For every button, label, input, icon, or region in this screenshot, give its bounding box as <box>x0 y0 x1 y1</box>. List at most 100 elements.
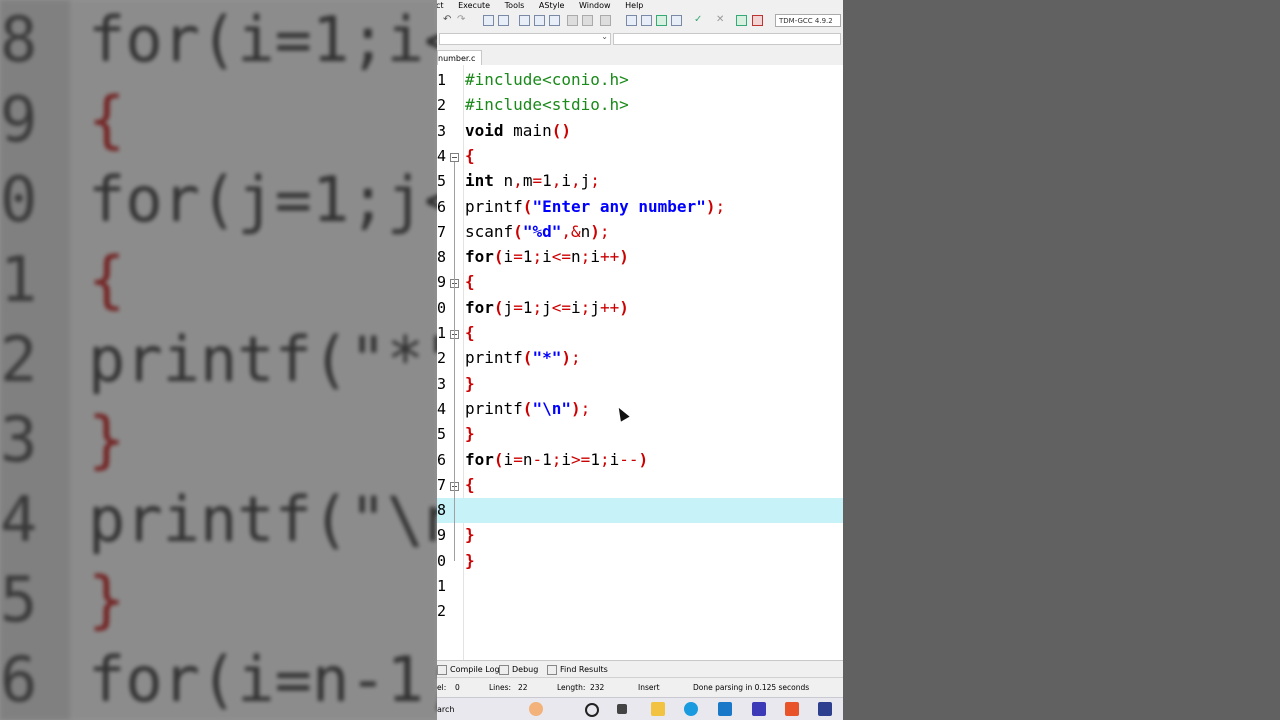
code-line[interactable]: 2 printf("*"); <box>437 346 843 371</box>
check-syntax-icon[interactable]: ✓ <box>694 15 705 26</box>
edge-icon[interactable] <box>684 702 698 716</box>
code-text: for(j=1;j<=i;j++) <box>465 297 629 317</box>
menu-window[interactable]: Window <box>579 1 611 10</box>
status-mode: Insert <box>638 683 660 692</box>
search-circle-icon[interactable] <box>585 703 599 717</box>
code-editor[interactable]: 1 #include<conio.h> 2 #include<stdio.h> 3 voi… <box>437 65 843 660</box>
flower-icon[interactable] <box>529 702 543 716</box>
folder-icon[interactable] <box>651 702 665 716</box>
chevron-down-icon: ⌄ <box>601 32 608 41</box>
code-line[interactable]: 4{ <box>437 144 843 169</box>
menu-project[interactable]: ct <box>437 1 444 10</box>
code-line[interactable]: 5} <box>437 422 843 447</box>
code-line[interactable]: 3 void main() <box>437 119 843 144</box>
class-combo[interactable]: ⌄ <box>439 32 611 45</box>
toggle-comment-icon[interactable] <box>549 15 560 26</box>
menu-help[interactable]: Help <box>625 1 643 10</box>
line-number: 9 <box>437 273 447 292</box>
status-lines-label: Lines: <box>489 683 512 692</box>
code-text: int n,m=1,i,j; <box>465 171 600 191</box>
code-line[interactable]: 5 int n,m=1,i,j; <box>437 169 843 194</box>
code-line[interactable]: 2 #include<stdio.h> <box>437 93 843 118</box>
status-length-value: 232 <box>590 683 605 692</box>
code-line[interactable]: 3} <box>437 372 843 397</box>
fold-toggle-icon[interactable] <box>450 152 459 162</box>
code-line[interactable]: 0 for(j=1;j<=i;j++) <box>437 296 843 321</box>
undo-icon[interactable]: ↶ <box>443 15 454 26</box>
stop-icon[interactable]: ✕ <box>716 15 727 26</box>
member-combo[interactable] <box>613 33 841 45</box>
debug-icon <box>499 664 509 675</box>
code-line[interactable]: 2 <box>437 599 843 624</box>
code-text: printf("Enter any number"); <box>465 196 726 216</box>
line-number: 0 <box>437 298 447 317</box>
status-col-value: 0 <box>455 683 460 692</box>
code-line[interactable]: 7 scanf("%d",&n); <box>437 220 843 245</box>
code-line[interactable]: 1 #include<conio.h> <box>437 68 843 93</box>
code-line[interactable]: 1{ <box>437 321 843 346</box>
visual-studio-icon[interactable] <box>752 702 766 716</box>
code-line[interactable]: 4 printf("\n"); <box>437 397 843 422</box>
office-icon[interactable] <box>785 702 799 716</box>
compiler-select[interactable]: TDM-GCC 4.9.2 <box>775 14 841 27</box>
find-results-icon <box>547 664 557 675</box>
task-view-icon[interactable] <box>617 704 627 714</box>
code-text: { <box>465 145 475 165</box>
line-number: 5 <box>437 172 447 191</box>
code-line[interactable]: 9} <box>437 523 843 548</box>
code-text: printf("\n"); <box>465 398 591 418</box>
line-number: 4 <box>437 399 447 418</box>
code-line[interactable]: 1 <box>437 574 843 599</box>
tab-debug[interactable]: Debug <box>499 661 538 678</box>
code-line[interactable]: 9{ <box>437 270 843 295</box>
code-text: { <box>465 272 475 292</box>
compile-log-icon <box>437 664 447 675</box>
line-number: 3 <box>437 121 447 140</box>
code-line[interactable]: 8 for(i=1;i<=n;i++) <box>437 245 843 270</box>
window-icon[interactable] <box>641 15 652 26</box>
code-text: } <box>465 424 475 444</box>
bookmark-icon[interactable] <box>600 15 611 26</box>
line-number: 3 <box>437 374 447 393</box>
code-line[interactable]: 7{ <box>437 473 843 498</box>
devcpp-taskbar-icon[interactable] <box>818 702 832 716</box>
replace-icon[interactable] <box>498 15 509 26</box>
line-number: 8 <box>437 248 447 267</box>
main-toolbar: ↶ ↷ ✓ ✕ TDM-GCC 4.9.2 <box>437 11 843 32</box>
tab-compile-log[interactable]: Compile Log <box>437 661 500 678</box>
grid-icon[interactable] <box>671 15 682 26</box>
class-browser-icon[interactable] <box>656 15 667 26</box>
menu-astyle[interactable]: AStyle <box>539 1 565 10</box>
profile-icon[interactable] <box>752 15 763 26</box>
tab-find-results[interactable]: Find Results <box>547 661 608 678</box>
code-line[interactable]: 8 <box>437 498 843 524</box>
code-line[interactable]: 6 printf("Enter any number"); <box>437 195 843 220</box>
redo-icon[interactable]: ↷ <box>457 15 468 26</box>
find-icon[interactable] <box>483 15 494 26</box>
menu-execute[interactable]: Execute <box>458 1 490 10</box>
unindent-icon[interactable] <box>534 15 545 26</box>
menu-tools[interactable]: Tools <box>505 1 525 10</box>
code-text: { <box>465 323 475 342</box>
status-bar: el: 0 Lines: 22 Length: 232 Insert Done … <box>437 677 843 698</box>
line-number: 7 <box>437 475 447 494</box>
back-icon[interactable] <box>567 15 578 26</box>
forward-icon[interactable] <box>582 15 593 26</box>
tab-number-c[interactable]: number.c <box>437 50 483 66</box>
taskbar-search[interactable]: arch <box>437 698 454 720</box>
code-text: for(i=1;i<=n;i++) <box>465 247 629 267</box>
mail-icon[interactable] <box>718 702 732 716</box>
code-text: } <box>465 550 475 570</box>
line-number: 5 <box>437 425 447 444</box>
line-number: 7 <box>437 222 447 241</box>
code-line[interactable]: 0} <box>437 549 843 574</box>
code-line[interactable]: 6 for(i=n-1;i>=1;i--) <box>437 448 843 473</box>
status-col-label: el: <box>437 683 447 692</box>
line-number: 1 <box>437 577 447 595</box>
new-project-icon[interactable] <box>626 15 637 26</box>
indent-icon[interactable] <box>519 15 530 26</box>
line-number: 0 <box>437 551 447 570</box>
fold-guide <box>454 490 455 536</box>
line-number: 2 <box>437 349 447 368</box>
chart-icon[interactable] <box>736 15 747 26</box>
